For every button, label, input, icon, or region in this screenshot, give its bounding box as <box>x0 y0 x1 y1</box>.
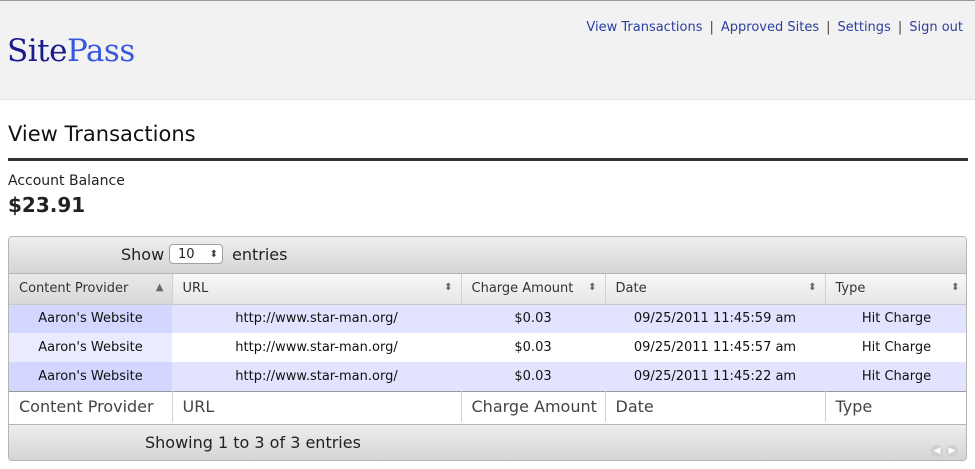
entries-label: entries <box>232 245 288 264</box>
nav-separator: | <box>709 20 714 35</box>
cell-type: Hit Charge <box>825 362 966 391</box>
cell-date: 09/25/2011 11:45:22 am <box>605 362 825 391</box>
column-header-date[interactable]: Date ⬍ <box>605 274 826 305</box>
select-arrows-icon: ⬍ <box>209 249 218 260</box>
table-header-row: Content Provider ▲ URL ⬍ Charge Amount ⬍ Da… <box>9 274 966 305</box>
column-header-url[interactable]: URL ⬍ <box>172 274 462 305</box>
next-page-icon[interactable]: ▶ <box>946 445 958 457</box>
cell-type: Hit Charge <box>825 333 966 362</box>
cell-url: http://www.star-man.org/ <box>172 304 461 333</box>
balance-label: Account Balance <box>8 173 125 189</box>
column-header-label: Content Provider <box>19 281 129 297</box>
logo-site-text: Site <box>7 33 67 69</box>
footer-column-content-provider: Content Provider <box>9 390 173 422</box>
cell-date: 09/25/2011 11:45:57 am <box>605 333 825 362</box>
transactions-table-panel: Show 10 ⬍ entries Content Provider ▲ URL ⬍… <box>8 236 967 461</box>
previous-page-icon[interactable]: ◀ <box>931 445 943 457</box>
balance-value: $23.91 <box>8 193 86 217</box>
app-header: SitePass View Transactions | Approved Site… <box>0 0 975 100</box>
column-header-label: URL <box>182 281 209 297</box>
nav-view-transactions[interactable]: View Transactions <box>586 20 702 35</box>
page-title: View Transactions <box>8 122 196 146</box>
column-header-label: Type <box>835 281 866 297</box>
cell-charge-amount: $0.03 <box>461 333 605 362</box>
footer-column-charge-amount: Charge Amount <box>461 390 606 422</box>
sort-asc-icon: ▲ <box>155 282 164 293</box>
column-header-content-provider[interactable]: Content Provider ▲ <box>9 274 173 305</box>
logo-pass-text: Pass <box>66 33 135 69</box>
table-footer-row: Content Provider URL Charge Amount Date … <box>9 390 966 422</box>
nav-sign-out[interactable]: Sign out <box>909 20 963 35</box>
page-size-value: 10 <box>178 247 195 262</box>
column-header-charge-amount[interactable]: Charge Amount ⬍ <box>461 274 606 305</box>
sitepass-logo[interactable]: SitePass <box>7 31 135 71</box>
sort-both-icon: ⬍ <box>444 282 453 293</box>
footer-column-type: Type <box>825 390 966 422</box>
show-label: Show <box>121 245 165 264</box>
table-row[interactable]: Aaron's Website http://www.star-man.org/… <box>9 362 966 391</box>
table-info-text: Showing 1 to 3 of 3 entries <box>145 433 361 452</box>
title-divider <box>8 158 968 161</box>
top-nav: View Transactions | Approved Sites | Setting… <box>586 20 963 35</box>
cell-type: Hit Charge <box>825 304 966 333</box>
nav-settings[interactable]: Settings <box>838 20 891 35</box>
column-header-label: Charge Amount <box>471 281 574 297</box>
footer-column-url: URL <box>172 390 462 422</box>
cell-date: 09/25/2011 11:45:59 am <box>605 304 825 333</box>
column-header-type[interactable]: Type ⬍ <box>825 274 966 305</box>
cell-charge-amount: $0.03 <box>461 362 605 391</box>
cell-url: http://www.star-man.org/ <box>172 362 461 391</box>
sort-both-icon: ⬍ <box>808 282 817 293</box>
nav-approved-sites[interactable]: Approved Sites <box>721 20 819 35</box>
cell-content-provider: Aaron's Website <box>9 362 172 391</box>
cell-charge-amount: $0.03 <box>461 304 605 333</box>
nav-separator: | <box>826 20 831 35</box>
table-row[interactable]: Aaron's Website http://www.star-man.org/… <box>9 333 966 362</box>
nav-separator: | <box>897 20 903 35</box>
page-size-select[interactable]: 10 ⬍ <box>169 244 223 264</box>
footer-column-date: Date <box>605 390 826 422</box>
table-row[interactable]: Aaron's Website http://www.star-man.org/… <box>9 304 966 333</box>
cell-content-provider: Aaron's Website <box>9 333 172 362</box>
column-header-label: Date <box>615 281 647 297</box>
pagination: ◀ ▶ <box>928 438 958 457</box>
table-toolbar: Show 10 ⬍ entries <box>9 237 966 274</box>
transactions-table: Content Provider ▲ URL ⬍ Charge Amount ⬍ Da… <box>9 274 966 422</box>
cell-content-provider: Aaron's Website <box>9 304 172 333</box>
cell-url: http://www.star-man.org/ <box>172 333 461 362</box>
table-info-bar: Showing 1 to 3 of 3 entries ◀ ▶ <box>9 424 966 460</box>
sort-both-icon: ⬍ <box>588 282 597 293</box>
sort-both-icon: ⬍ <box>951 282 960 293</box>
